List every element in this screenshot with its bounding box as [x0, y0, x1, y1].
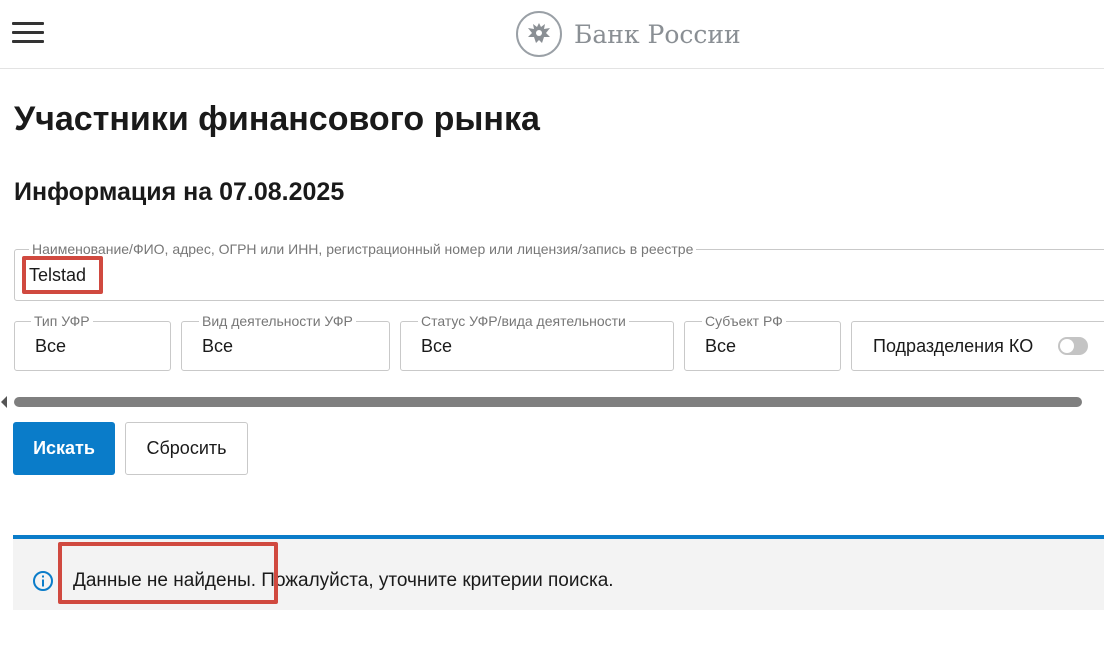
reset-button[interactable]: Сбросить	[125, 422, 248, 475]
filter-ufr-type-value: Все	[35, 336, 67, 356]
ko-subdivisions-toggle[interactable]	[1058, 337, 1088, 355]
filter-region[interactable]: Субъект РФ Все	[684, 313, 841, 371]
double-headed-eagle-emblem-icon	[516, 11, 562, 57]
search-input[interactable]: Наименование/ФИО, адрес, ОГРН или ИНН, р…	[14, 241, 1104, 301]
filter-status-label: Статус УФР/вида деятельности	[418, 313, 629, 329]
hamburger-menu-icon[interactable]	[12, 22, 44, 46]
search-input-value[interactable]: Telstad	[29, 265, 86, 286]
ko-subdivisions-label: Подразделения КО	[873, 336, 1034, 356]
page-title: Участники финансового рынка	[14, 100, 540, 138]
scroll-left-arrow-icon[interactable]	[1, 396, 7, 408]
filter-activity-type[interactable]: Вид деятельности УФР Все	[181, 313, 390, 371]
search-input-label: Наименование/ФИО, адрес, ОГРН или ИНН, р…	[29, 241, 697, 257]
alert-message: Данные не найдены. Пожалуйста, уточните …	[73, 570, 614, 591]
search-button[interactable]: Искать	[13, 422, 115, 475]
filter-status-value: Все	[421, 336, 453, 356]
bank-logo[interactable]: Банк России	[516, 10, 741, 58]
filter-status[interactable]: Статус УФР/вида деятельности Все	[400, 313, 674, 371]
info-date-heading: Информация на 07.08.2025	[14, 178, 345, 206]
bank-name: Банк России	[574, 19, 741, 49]
filter-ufr-type[interactable]: Тип УФР Все	[14, 313, 171, 371]
ko-subdivisions-toggle-field: Подразделения КО	[851, 321, 1104, 371]
filter-region-value: Все	[705, 336, 737, 356]
info-circle-icon	[33, 571, 53, 591]
filter-ufr-type-label: Тип УФР	[31, 313, 93, 329]
no-results-alert: Данные не найдены. Пожалуйста, уточните …	[13, 535, 1104, 610]
filter-activity-type-value: Все	[202, 336, 234, 356]
filter-region-label: Субъект РФ	[702, 313, 786, 329]
site-header: Банк России	[0, 0, 1104, 69]
filter-activity-type-label: Вид деятельности УФР	[199, 313, 356, 329]
horizontal-scrollbar[interactable]	[14, 397, 1082, 407]
